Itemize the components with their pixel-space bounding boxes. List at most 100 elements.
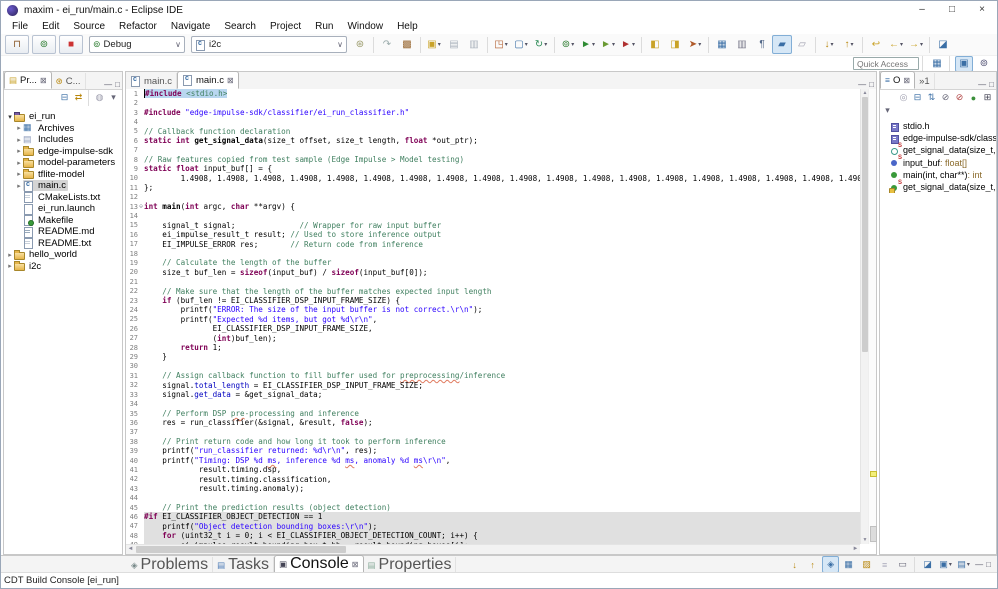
tab-c[interactable]: ⊛C...: [52, 73, 86, 89]
word-wrap-icon[interactable]: ≡: [876, 556, 893, 573]
tree-item-archives[interactable]: ▸Archives: [4, 123, 122, 135]
expand-arrow-icon[interactable]: ▸: [15, 136, 23, 144]
collapse-all-icon[interactable]: ⊟: [911, 91, 924, 104]
tree-item-hello-world[interactable]: ▸hello_world: [4, 249, 122, 261]
tree-item-readme-txt[interactable]: README.txt: [4, 238, 122, 250]
view-tab-properties[interactable]: ▤Properties: [364, 557, 457, 573]
link-with-editor-icon[interactable]: ⇄: [72, 91, 85, 104]
minimize-view-icon[interactable]: —: [975, 560, 983, 569]
minimize-view-icon[interactable]: —: [978, 80, 986, 89]
new-file-icon[interactable]: ▢▾: [511, 35, 531, 54]
debug-button[interactable]: ⊚: [32, 35, 56, 54]
tree-item-includes[interactable]: ▸Includes: [4, 134, 122, 146]
last-edit-icon[interactable]: ↩: [866, 35, 886, 54]
outline-list[interactable]: stdio.hedge-impulse-sdk/classSget_signal…: [880, 116, 996, 193]
maximize-button[interactable]: □: [937, 1, 967, 19]
console-output-icon[interactable]: ▦: [840, 556, 857, 573]
hide-non-public-icon[interactable]: ●: [967, 91, 980, 104]
run-launch-icon[interactable]: ►▾: [578, 35, 598, 54]
expand-arrow-icon[interactable]: ▸: [6, 251, 14, 259]
hide-fields-icon[interactable]: ⊘: [939, 91, 952, 104]
toggle-source-header-icon[interactable]: ▦: [712, 35, 732, 54]
show-console-on-output-icon[interactable]: ◈: [822, 556, 839, 573]
view-menu-icon[interactable]: ▾: [107, 91, 120, 104]
inactive-code-marker[interactable]: [870, 526, 877, 542]
tree-item-tflite-model[interactable]: ▸tflite-model: [4, 169, 122, 181]
maximize-view-icon[interactable]: □: [115, 80, 120, 89]
stop-button[interactable]: ■: [59, 35, 83, 54]
expand-arrow-icon[interactable]: ▸: [15, 182, 23, 190]
outline-item[interactable]: edge-impulse-sdk/class: [890, 132, 996, 144]
collapse-arrow-icon[interactable]: ▾: [6, 113, 14, 121]
code-area[interactable]: #include <stdio.h>#include "edge-impulse…: [144, 89, 860, 544]
scroll-right-icon[interactable]: ►: [851, 545, 860, 554]
close-icon[interactable]: ⊠: [227, 76, 234, 85]
mark-occurrences-icon[interactable]: ▰: [772, 35, 792, 54]
outline-item[interactable]: stdio.h: [890, 120, 996, 132]
console-error-icon[interactable]: ▨: [858, 556, 875, 573]
scroll-to-top-icon[interactable]: ↑: [804, 556, 821, 573]
hide-static-icon[interactable]: ⊘: [953, 91, 966, 104]
save-icon[interactable]: ▤: [444, 35, 464, 54]
menu-refactor[interactable]: Refactor: [112, 19, 164, 34]
view-tab-console[interactable]: ▣Console⊠: [274, 555, 363, 573]
tab-pr[interactable]: ▤Pr...⊠: [4, 71, 52, 89]
expand-arrow-icon[interactable]: ▸: [15, 159, 23, 167]
show-view-icon[interactable]: ▥: [732, 35, 752, 54]
save-all-icon[interactable]: ▥: [464, 35, 484, 54]
debug-perspective-icon[interactable]: ⊚: [975, 56, 993, 72]
view-menu-icon[interactable]: ▾: [881, 104, 894, 117]
back-icon[interactable]: ←▾: [886, 35, 906, 54]
build-button[interactable]: ⊓: [5, 35, 29, 54]
show-whitespace-icon[interactable]: ¶: [752, 35, 772, 54]
focus-icon[interactable]: ◎: [897, 91, 910, 104]
display-selected-console-icon[interactable]: ▣▾: [937, 556, 954, 573]
expand-arrow-icon[interactable]: ▸: [15, 147, 23, 155]
quick-access-input[interactable]: [853, 57, 919, 70]
close-icon[interactable]: ⊠: [40, 76, 47, 85]
maximize-view-icon[interactable]: □: [986, 560, 991, 569]
open-perspective-icon[interactable]: ▦: [928, 56, 946, 72]
menu-help[interactable]: Help: [390, 19, 425, 34]
debug-mode-combo[interactable]: ⊚ Debug ∨: [89, 36, 185, 53]
clear-console-icon[interactable]: ▭: [894, 556, 911, 573]
outline-item[interactable]: Sget_signal_data(size_t, si: [890, 181, 996, 193]
profile-launch-icon[interactable]: ►▾: [618, 35, 638, 54]
filter-icon[interactable]: ⊞: [981, 91, 994, 104]
outline-item[interactable]: Sget_signal_data(size_t, si: [890, 144, 996, 156]
scroll-to-bottom-icon[interactable]: ↓: [786, 556, 803, 573]
scroll-left-icon[interactable]: ◄: [126, 545, 135, 554]
export-icon[interactable]: ◨: [665, 35, 685, 54]
open-console-icon[interactable]: ▤▾: [955, 556, 972, 573]
tree-item-ei-run[interactable]: ▾ei_run: [4, 111, 122, 123]
vertical-scrollbar[interactable]: ▲ ▼: [860, 89, 868, 544]
expand-arrow-icon[interactable]: ▸: [15, 170, 23, 178]
launch-config-gear-icon[interactable]: ⊛: [350, 35, 370, 54]
expand-arrow-icon[interactable]: ▸: [15, 124, 23, 132]
forward-icon[interactable]: →▾: [906, 35, 926, 54]
tree-item-cmakelists-txt[interactable]: CMakeLists.txt: [4, 192, 122, 204]
coverage-launch-icon[interactable]: ►▾: [598, 35, 618, 54]
tab-overflow[interactable]: »1: [915, 73, 935, 89]
minimize-view-icon[interactable]: —: [104, 80, 112, 89]
menu-search[interactable]: Search: [217, 19, 263, 34]
next-annotation-icon[interactable]: ↓▾: [819, 35, 839, 54]
tree-item-edge-impulse-sdk[interactable]: ▸edge-impulse-sdk: [4, 146, 122, 158]
debug-launch-icon[interactable]: ⊚▾: [558, 35, 578, 54]
minimize-view-icon[interactable]: —: [858, 80, 866, 89]
overview-ruler[interactable]: [868, 89, 876, 544]
menu-source[interactable]: Source: [66, 19, 112, 34]
tree-item-i2c[interactable]: ▸i2c: [4, 261, 122, 273]
new-wizard-icon[interactable]: ▣▾: [424, 35, 444, 54]
tree-item-model-parameters[interactable]: ▸model-parameters: [4, 157, 122, 169]
expand-arrow-icon[interactable]: ▸: [6, 262, 14, 270]
menu-edit[interactable]: Edit: [35, 19, 66, 34]
project-explorer-tree[interactable]: ▾ei_run▸Archives▸Includes▸edge-impulse-s…: [4, 105, 122, 272]
view-tab-problems[interactable]: ◈Problems: [127, 557, 213, 573]
horizontal-scrollbar-thumb[interactable]: [136, 546, 346, 553]
launch-rocket-icon[interactable]: ➤▾: [685, 35, 705, 54]
focus-icon[interactable]: ◍: [93, 91, 106, 104]
tree-item-main-c[interactable]: ▸main.c: [4, 180, 122, 192]
sort-icon[interactable]: ⇅: [925, 91, 938, 104]
menu-run[interactable]: Run: [308, 19, 340, 34]
